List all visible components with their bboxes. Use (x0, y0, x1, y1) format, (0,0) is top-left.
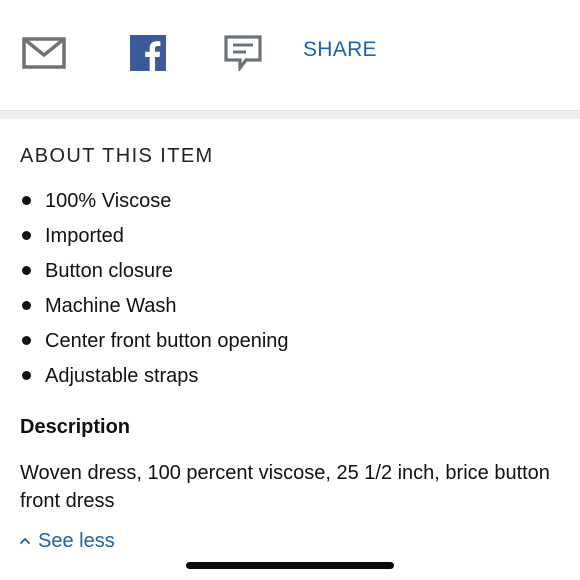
feature-list: 100% Viscose Imported Button closure Mac… (0, 188, 580, 398)
about-this-item-section: ABOUT THIS ITEM 100% Viscose Imported Bu… (0, 119, 580, 580)
envelope-icon[interactable] (22, 37, 66, 69)
product-detail-page: SHARE ABOUT THIS ITEM 100% Viscose Impor… (0, 0, 580, 580)
feature-text: Button closure (45, 260, 173, 282)
feature-text: 100% Viscose (45, 190, 172, 212)
about-title: ABOUT THIS ITEM (20, 145, 214, 167)
chevron-up-icon (20, 538, 30, 544)
bullet-dot (22, 266, 31, 275)
facebook-icon[interactable] (130, 35, 166, 71)
feature-item: Machine Wash (0, 293, 580, 328)
bullet-dot (22, 336, 31, 345)
home-indicator[interactable] (186, 562, 394, 569)
see-less-button[interactable]: See less (18, 528, 115, 554)
feature-item: Center front button opening (0, 328, 580, 363)
feature-text: Adjustable straps (45, 365, 199, 387)
share-bar: SHARE (0, 0, 580, 110)
description-heading: Description (20, 416, 131, 438)
feature-text: Center front button opening (45, 330, 289, 352)
feature-text: Imported (45, 225, 124, 247)
feature-item: 100% Viscose (0, 188, 580, 223)
bullet-dot (22, 371, 31, 380)
comment-icon[interactable] (224, 35, 262, 71)
feature-item: Button closure (0, 258, 580, 293)
bullet-dot (22, 231, 31, 240)
share-link[interactable]: SHARE (303, 37, 377, 63)
feature-item: Imported (0, 223, 580, 258)
bullet-dot (22, 301, 31, 310)
section-divider (0, 110, 580, 119)
description-text: Woven dress, 100 percent viscose, 25 1/2… (20, 462, 550, 512)
feature-item: Adjustable straps (0, 363, 580, 398)
bullet-dot (22, 196, 31, 205)
feature-text: Machine Wash (45, 295, 177, 317)
see-less-label: See less (38, 530, 115, 552)
